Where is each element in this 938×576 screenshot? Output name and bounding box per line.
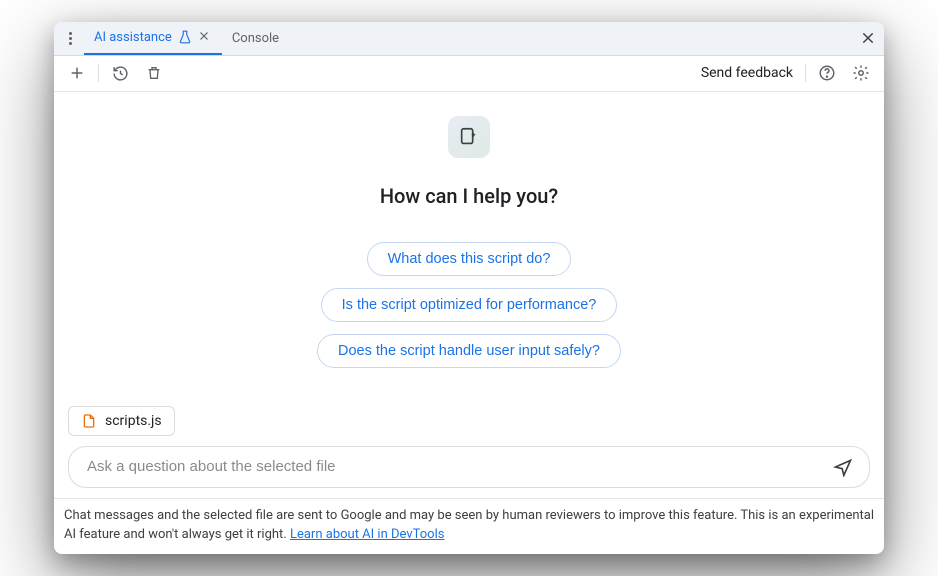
- more-tabs-button[interactable]: [60, 24, 80, 52]
- file-icon: [81, 413, 97, 429]
- tab-label: AI assistance: [94, 30, 172, 45]
- tab-strip: AI assistance Console: [54, 22, 884, 56]
- prompt-input[interactable]: [85, 457, 829, 476]
- send-button[interactable]: [829, 453, 857, 481]
- selected-file-name: scripts.js: [105, 413, 162, 429]
- history-button[interactable]: [107, 60, 133, 86]
- learn-more-link[interactable]: Learn about AI in DevTools: [290, 527, 444, 542]
- separator: [98, 64, 99, 82]
- disclaimer-footer: Chat messages and the selected file are …: [54, 498, 884, 555]
- toolbar: Send feedback: [54, 56, 884, 92]
- send-feedback-link[interactable]: Send feedback: [701, 65, 793, 81]
- selected-file-row: scripts.js: [68, 406, 175, 436]
- help-button[interactable]: [814, 60, 840, 86]
- tab-ai-assistance[interactable]: AI assistance: [84, 22, 222, 56]
- close-panel-button[interactable]: [860, 22, 876, 55]
- flask-icon: [178, 30, 192, 44]
- tab-label: Console: [232, 31, 279, 46]
- selected-file-chip[interactable]: scripts.js: [68, 406, 175, 436]
- suggestion-chip[interactable]: What does this script do?: [367, 242, 572, 276]
- new-chat-button[interactable]: [64, 60, 90, 86]
- disclaimer-text: Chat messages and the selected file are …: [64, 508, 874, 542]
- delete-button[interactable]: [141, 60, 167, 86]
- ai-sparkle-icon: [448, 116, 490, 158]
- suggestion-list: What does this script do? Is the script …: [317, 242, 621, 368]
- devtools-panel: AI assistance Console: [54, 22, 884, 555]
- suggestion-chip[interactable]: Does the script handle user input safely…: [317, 334, 621, 368]
- page-heading: How can I help you?: [380, 184, 558, 208]
- prompt-input-container: [68, 446, 870, 488]
- main-content: How can I help you? What does this scrip…: [54, 92, 884, 498]
- close-tab-icon[interactable]: [198, 30, 212, 44]
- tab-console[interactable]: Console: [222, 22, 289, 56]
- settings-button[interactable]: [848, 60, 874, 86]
- separator: [805, 64, 806, 82]
- suggestion-chip[interactable]: Is the script optimized for performance?: [321, 288, 618, 322]
